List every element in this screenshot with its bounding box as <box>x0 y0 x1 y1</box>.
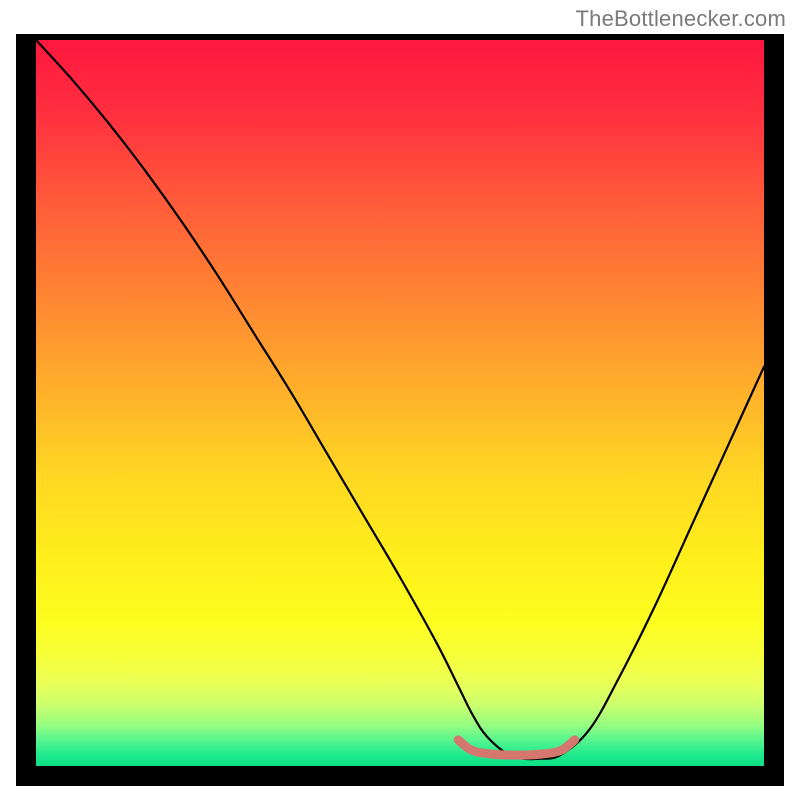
chart-container: TheBottlenecker.com <box>0 0 800 800</box>
chart-frame <box>16 34 784 786</box>
attribution-label: TheBottlenecker.com <box>576 6 786 32</box>
chart-plot-area <box>36 40 764 766</box>
chart-svg <box>36 40 764 766</box>
chart-background <box>36 40 764 766</box>
